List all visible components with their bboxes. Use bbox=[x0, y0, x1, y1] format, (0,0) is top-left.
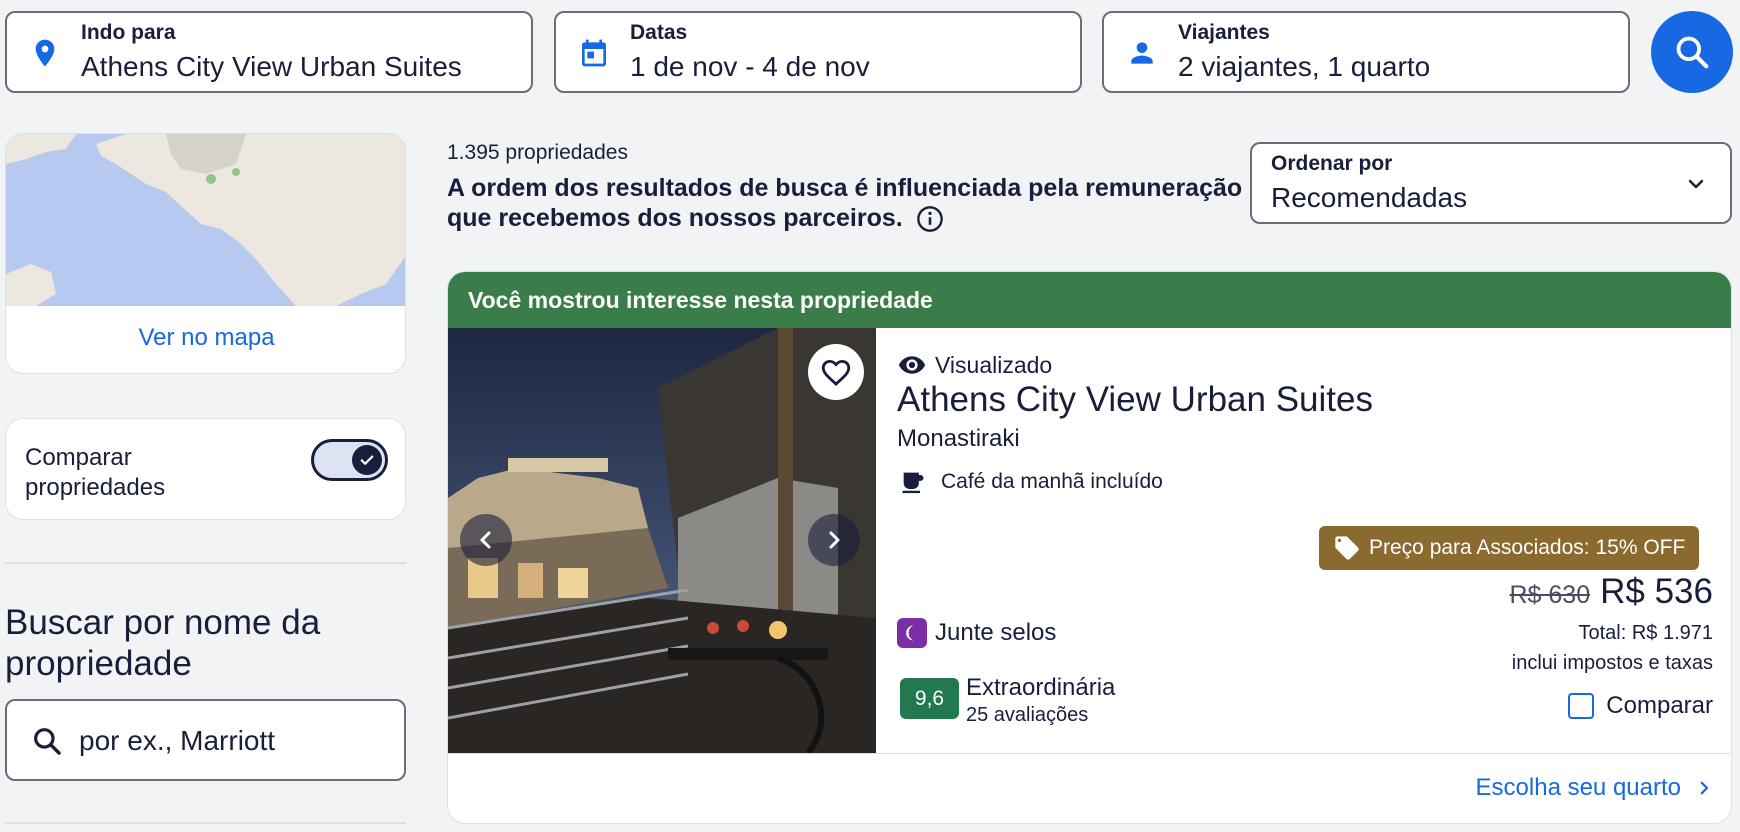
sort-value: Recomendadas bbox=[1271, 182, 1468, 213]
favorite-button[interactable] bbox=[808, 344, 864, 400]
disclaimer-text: A ordem dos resultados de busca é influe… bbox=[447, 174, 1243, 232]
eye-icon bbox=[898, 356, 926, 374]
compare-checkbox-row[interactable]: Comparar bbox=[1568, 692, 1713, 720]
destination-value: Athens City View Urban Suites bbox=[81, 51, 462, 82]
destination-field[interactable]: Indo para Athens City View Urban Suites bbox=[5, 11, 533, 93]
member-price-label: Preço para Associados: 15% OFF bbox=[1369, 536, 1686, 559]
rating-word: Extraordinária bbox=[966, 674, 1116, 701]
rating-score-badge: 9,6 bbox=[900, 678, 959, 719]
search-button[interactable] bbox=[1651, 11, 1733, 93]
compare-checkbox-label: Comparar bbox=[1606, 692, 1713, 719]
chevron-left-icon bbox=[480, 531, 491, 549]
dates-value: 1 de nov - 4 de nov bbox=[630, 51, 870, 82]
compare-checkbox[interactable] bbox=[1568, 693, 1595, 719]
info-icon[interactable] bbox=[916, 205, 944, 233]
property-location: Monastiraki bbox=[897, 425, 1020, 452]
sort-label: Ordenar por bbox=[1271, 152, 1393, 175]
amenity-breakfast: Café da manhã incluído bbox=[899, 468, 1163, 496]
person-icon bbox=[1131, 42, 1153, 64]
results-count: 1.395 propriedades bbox=[447, 141, 628, 164]
compare-properties-label: Comparar propriedades bbox=[25, 444, 166, 501]
collect-stamps: Junte selos bbox=[897, 618, 1056, 648]
travelers-field[interactable]: Viajantes 2 viajantes, 1 quarto bbox=[1102, 11, 1630, 93]
next-photo-button[interactable] bbox=[808, 514, 860, 566]
compare-properties-card: Comparar propriedades bbox=[5, 418, 406, 520]
collect-stamps-label: Junte selos bbox=[935, 619, 1057, 646]
property-name[interactable]: Athens City View Urban Suites bbox=[897, 380, 1373, 420]
price-row: R$ 630 R$ 536 bbox=[1510, 572, 1714, 612]
choose-room-link[interactable]: Escolha seu quarto bbox=[1476, 774, 1713, 802]
property-name-search-title: Buscar por nome da propriedade bbox=[5, 603, 321, 683]
taxes-note: inclui impostos e taxas bbox=[1511, 652, 1713, 674]
dates-label: Datas bbox=[630, 21, 688, 44]
map-thumbnail[interactable] bbox=[6, 134, 406, 306]
compare-properties-toggle[interactable] bbox=[311, 439, 388, 481]
sort-dropdown[interactable]: Ordenar por Recomendadas bbox=[1250, 142, 1732, 224]
location-pin-icon bbox=[35, 39, 55, 67]
search-icon bbox=[1676, 36, 1709, 69]
property-card[interactable]: Você mostrou interesse nesta propriedade bbox=[447, 271, 1732, 824]
total-price: Total: R$ 1.971 bbox=[1578, 622, 1713, 644]
price-tag-icon bbox=[1335, 536, 1359, 560]
current-price: R$ 536 bbox=[1600, 572, 1713, 611]
dates-field[interactable]: Datas 1 de nov - 4 de nov bbox=[554, 11, 1082, 93]
choose-room-label: Escolha seu quarto bbox=[1475, 774, 1681, 801]
chevron-right-icon bbox=[829, 531, 840, 549]
heart-icon bbox=[821, 359, 851, 386]
divider bbox=[5, 822, 406, 824]
travelers-value: 2 viajantes, 1 quarto bbox=[1178, 51, 1431, 82]
viewed-indicator: Visualizado bbox=[897, 350, 1052, 380]
amenity-label: Café da manhã incluído bbox=[941, 470, 1163, 493]
destination-label: Indo para bbox=[81, 21, 176, 44]
interest-banner-text: Você mostrou interesse nesta propriedade bbox=[468, 287, 933, 313]
member-price-badge: Preço para Associados: 15% OFF bbox=[1319, 526, 1700, 570]
coffee-cup-icon bbox=[902, 472, 924, 494]
property-name-search-input[interactable] bbox=[79, 721, 379, 761]
map-card[interactable]: Ver no mapa bbox=[5, 133, 406, 374]
calendar-icon bbox=[582, 39, 606, 67]
previous-photo-button[interactable] bbox=[460, 514, 512, 566]
chevron-down-icon bbox=[1688, 179, 1704, 189]
property-name-search-field[interactable] bbox=[5, 699, 406, 781]
interest-banner: Você mostrou interesse nesta propriedade bbox=[448, 272, 1731, 328]
review-count[interactable]: 25 avaliações bbox=[966, 704, 1088, 727]
checkmark-icon bbox=[360, 455, 374, 465]
results-disclaimer: A ordem dos resultados de busca é influe… bbox=[447, 173, 1247, 233]
property-card-footer: Escolha seu quarto bbox=[448, 753, 1731, 823]
divider bbox=[5, 562, 406, 564]
toggle-knob bbox=[352, 445, 382, 475]
view-on-map-link[interactable]: Ver no mapa bbox=[6, 324, 405, 352]
original-price: R$ 630 bbox=[1509, 581, 1591, 609]
moon-icon bbox=[897, 618, 927, 648]
travelers-label: Viajantes bbox=[1178, 21, 1270, 44]
chevron-right-icon bbox=[1700, 781, 1709, 795]
viewed-label: Visualizado bbox=[935, 351, 1053, 378]
search-icon bbox=[34, 728, 61, 755]
